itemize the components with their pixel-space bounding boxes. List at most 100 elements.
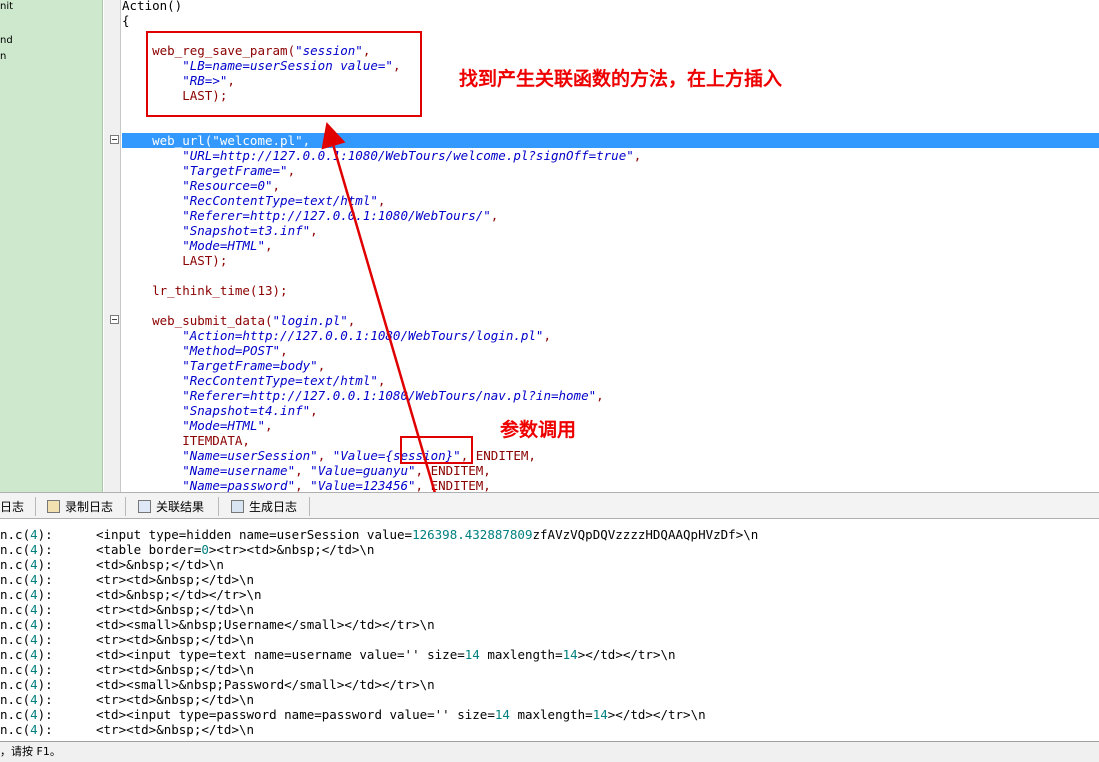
code-line[interactable]: "Method=POST", bbox=[122, 343, 1099, 358]
code-token: "Action=http://127.0.0.1:1080/WebTours/l… bbox=[182, 328, 544, 343]
log-line[interactable]: n.c(4): <tr><td>&nbsp;</td>\n bbox=[0, 692, 254, 707]
code-line[interactable] bbox=[122, 118, 1099, 133]
code-line[interactable]: "Action=http://127.0.0.1:1080/WebTours/l… bbox=[122, 328, 1099, 343]
code-line[interactable]: "Referer=http://127.0.0.1:1080/WebTours/… bbox=[122, 388, 1099, 403]
code-line[interactable]: "Name=password", "Value=123456", ENDITEM… bbox=[122, 478, 1099, 492]
log-source: n.c(4): bbox=[0, 707, 53, 722]
log-source: n.c(4): bbox=[0, 587, 53, 602]
code-line[interactable]: "RecContentType=text/html", bbox=[122, 373, 1099, 388]
code-token: , ENDITEM, bbox=[415, 478, 491, 492]
log-source: n.c(4): bbox=[0, 677, 53, 692]
param-annotation: 参数调用 bbox=[500, 419, 577, 441]
code-token: , bbox=[272, 178, 281, 193]
log-line[interactable]: n.c(4): <td><small>&nbsp;Password</small>… bbox=[0, 677, 435, 692]
log-line[interactable]: n.c(4): <tr><td>&nbsp;</td>\n bbox=[0, 572, 254, 587]
fold-toggle-web-submit-data[interactable] bbox=[110, 315, 119, 324]
log-source: n.c(4): bbox=[0, 557, 53, 572]
fold-toggle-web-url[interactable] bbox=[110, 135, 119, 144]
log-message: <tr><td>&nbsp;</td>\n bbox=[96, 722, 255, 737]
code-line[interactable]: "Name=username", "Value=guanyu", ENDITEM… bbox=[122, 463, 1099, 478]
code-line[interactable]: "URL=http://127.0.0.1:1080/WebTours/welc… bbox=[122, 148, 1099, 163]
code-token: "TargetFrame=body" bbox=[182, 358, 318, 373]
status-text: ，请按 F1。 bbox=[0, 745, 61, 758]
code-token: "RecContentType=text/html" bbox=[182, 193, 378, 208]
code-token: , ENDITEM, bbox=[415, 463, 491, 478]
log-line[interactable]: n.c(4): <td>&nbsp;</td>\n bbox=[0, 557, 224, 572]
tab-generation-log[interactable]: 生成日志 bbox=[231, 497, 297, 517]
log-source: n.c(4): bbox=[0, 632, 53, 647]
editor-gutter bbox=[104, 0, 121, 492]
code-token: , bbox=[633, 148, 642, 163]
log-source: n.c(4): bbox=[0, 572, 53, 587]
code-token: "Name=username" bbox=[182, 463, 296, 478]
log-message: <tr><td>&nbsp;</td>\n bbox=[96, 662, 255, 677]
tree-item-action[interactable]: n bbox=[0, 51, 6, 62]
log-line[interactable]: n.c(4): <table border=0><tr><td>&nbsp;</t… bbox=[0, 542, 374, 557]
code-line[interactable]: "Snapshot=t3.inf", bbox=[122, 223, 1099, 238]
code-line[interactable]: "RecContentType=text/html", bbox=[122, 193, 1099, 208]
code-token: , bbox=[265, 418, 273, 433]
script-tree-pane[interactable]: nit nd n bbox=[0, 0, 103, 492]
code-token: web_submit_data( bbox=[122, 313, 273, 328]
code-line[interactable] bbox=[122, 298, 1099, 313]
output-log[interactable]: n.c(4): <input type=hidden name=userSessi… bbox=[0, 520, 1099, 741]
code-line[interactable]: LAST); bbox=[122, 253, 1099, 268]
code-line[interactable]: { bbox=[122, 13, 1099, 28]
code-line[interactable]: web_submit_data("login.pl", bbox=[122, 313, 1099, 328]
code-line[interactable]: ITEMDATA, bbox=[122, 433, 1099, 448]
code-line[interactable]: web_url("welcome.pl", bbox=[122, 133, 1099, 148]
log-line[interactable]: n.c(4): <tr><td>&nbsp;</td>\n bbox=[0, 632, 254, 647]
tab-record-log[interactable]: 录制日志 bbox=[47, 497, 113, 517]
code-line[interactable]: "TargetFrame=body", bbox=[122, 358, 1099, 373]
code-line[interactable]: lr_think_time(13); bbox=[122, 283, 1099, 298]
tab-log[interactable]: 日志 bbox=[0, 497, 24, 517]
code-token: "URL=http://127.0.0.1:1080/WebTours/welc… bbox=[182, 148, 634, 163]
tree-item-init[interactable]: nit bbox=[0, 1, 13, 12]
code-line[interactable]: "Name=userSession", "Value={session}", E… bbox=[122, 448, 1099, 463]
code-line[interactable]: "TargetFrame=", bbox=[122, 163, 1099, 178]
tab-divider bbox=[218, 497, 219, 516]
log-message: <tr><td>&nbsp;</td>\n bbox=[96, 632, 255, 647]
log-message: <td><small>&nbsp;Password</small></td></… bbox=[96, 677, 435, 692]
log-line[interactable]: n.c(4): <tr><td>&nbsp;</td>\n bbox=[0, 662, 254, 677]
code-token: , bbox=[377, 373, 386, 388]
log-message: <td><small>&nbsp;Username</small></td></… bbox=[96, 617, 435, 632]
code-line[interactable] bbox=[122, 268, 1099, 283]
code-token: "Snapshot=t3.inf" bbox=[182, 223, 311, 238]
log-source: n.c(4): bbox=[0, 662, 53, 677]
log-message: <td><input type=text name=username value… bbox=[96, 647, 676, 662]
log-message: <table border=0><tr><td>&nbsp;</td>\n bbox=[96, 542, 375, 557]
log-source: n.c(4): bbox=[0, 527, 53, 542]
code-token: , bbox=[295, 463, 311, 478]
log-line[interactable]: n.c(4): <tr><td>&nbsp;</td>\n bbox=[0, 722, 254, 737]
tree-item-end[interactable]: nd bbox=[0, 35, 13, 46]
code-line[interactable]: "Mode=HTML", bbox=[122, 418, 1099, 433]
log-line[interactable]: n.c(4): <td><input type=password name=pas… bbox=[0, 707, 706, 722]
param-highlight-box bbox=[400, 436, 473, 464]
code-token: web_url("welcome.pl", bbox=[122, 133, 311, 148]
log-source: n.c(4): bbox=[0, 692, 53, 707]
code-token: Action() bbox=[122, 0, 183, 13]
code-token: "RecContentType=text/html" bbox=[182, 373, 378, 388]
tab-correlation-results[interactable]: 关联结果 bbox=[138, 497, 204, 517]
code-line[interactable]: Action() bbox=[122, 0, 1099, 13]
log-line[interactable]: n.c(4): <input type=hidden name=userSessi… bbox=[0, 527, 758, 542]
log-line[interactable]: n.c(4): <td><input type=text name=usernam… bbox=[0, 647, 676, 662]
code-line[interactable]: "Resource=0", bbox=[122, 178, 1099, 193]
log-line[interactable]: n.c(4): <tr><td>&nbsp;</td>\n bbox=[0, 602, 254, 617]
code-line[interactable]: "Referer=http://127.0.0.1:1080/WebTours/… bbox=[122, 208, 1099, 223]
code-line[interactable]: "Mode=HTML", bbox=[122, 238, 1099, 253]
code-token: , bbox=[310, 223, 318, 238]
log-source: n.c(4): bbox=[0, 647, 53, 662]
log-line[interactable]: n.c(4): <td>&nbsp;</td></tr>\n bbox=[0, 587, 262, 602]
code-line[interactable]: "Snapshot=t4.inf", bbox=[122, 403, 1099, 418]
code-token: "login.pl" bbox=[272, 313, 348, 328]
log-line[interactable]: n.c(4): <td><small>&nbsp;Username</small>… bbox=[0, 617, 435, 632]
